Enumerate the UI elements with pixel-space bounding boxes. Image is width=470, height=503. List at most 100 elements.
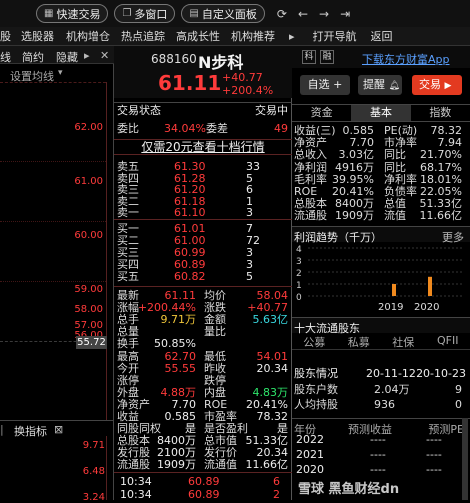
ask-row[interactable]: 卖一 61.10 3	[114, 207, 292, 219]
top-toolbar: ▦快速交易 ❐多窗口 ▤自定义面板 ⟳ ← → ⇥	[0, 0, 470, 27]
stat-row: 最高 62.70 最低 54.01	[114, 351, 292, 363]
custom-panel-button[interactable]: ▤自定义面板	[181, 4, 264, 23]
ask-label: 卖一	[117, 207, 139, 219]
tick-time: 10:34	[120, 489, 152, 501]
fundamental-row: 流通股 1909万 流值 11.66亿	[292, 210, 470, 222]
tick-time: 10:34	[120, 476, 152, 488]
chart-tab-more-icon[interactable]: ▸	[84, 49, 90, 62]
stock-name: N步科	[198, 49, 243, 73]
holder-tab[interactable]: 私募	[337, 334, 382, 349]
open-nav-button[interactable]: 打开导航	[313, 28, 357, 44]
forward-icon[interactable]: →	[319, 7, 329, 21]
tick-row: 10:34 60.89 2	[114, 489, 292, 501]
holder-tab[interactable]: 公募	[292, 334, 337, 349]
price-axis-label: 61.00	[74, 176, 103, 187]
holder-tab[interactable]: 社保	[381, 334, 426, 349]
forecast-row: 2022 ---- ----	[292, 434, 470, 446]
more-link[interactable]: 更多	[442, 229, 464, 245]
bell-icon: 🔔︎	[389, 81, 400, 91]
fundamental-value: 7.94	[438, 137, 463, 149]
chart-tab[interactable]: 简约	[22, 49, 44, 65]
chart-tab[interactable]: 隐藏	[56, 49, 78, 65]
stat-value: 1909万	[157, 459, 196, 471]
holder-col: 股东情况	[294, 368, 338, 380]
dropdown-icon[interactable]: ▾	[58, 68, 63, 78]
scrollbar[interactable]	[462, 418, 468, 500]
price-axis-label: 59.00	[74, 284, 103, 295]
bid-volume: 5	[246, 271, 253, 283]
fundamental-label: 总收入	[294, 149, 327, 161]
menu-item[interactable]: 热点追踪	[121, 28, 165, 44]
forecast-value: ----	[370, 449, 386, 461]
quick-trade-button[interactable]: ▦快速交易	[36, 4, 108, 23]
multi-window-button[interactable]: ❐多窗口	[114, 4, 175, 23]
stat-label: 最低	[204, 351, 226, 363]
fundamental-value: 51.33亿	[420, 198, 463, 210]
close-icon[interactable]: ✕	[100, 49, 109, 62]
price-axis-label: 58.00	[74, 304, 103, 315]
stat-label: 内盘	[204, 387, 226, 399]
fundamental-label: 市净率	[384, 137, 417, 149]
refresh-icon[interactable]: ⟳	[277, 7, 287, 21]
stat-value: 9.71万	[161, 314, 197, 326]
download-app-link[interactable]: 下载东方财富App	[362, 51, 450, 67]
fundamental-row: 毛利率 39.95% 净利率 18.01%	[292, 174, 470, 186]
tick-volume: 6	[273, 476, 280, 488]
forecast-value: ----	[370, 434, 386, 446]
stat-label: 流通股	[117, 459, 150, 471]
price-change-pct: +200.4%	[222, 84, 273, 97]
holder-tab[interactable]: QFII	[426, 334, 470, 349]
remind-button[interactable]: 提醒 🔔︎	[358, 75, 402, 95]
tab-fundamentals[interactable]: 基本	[351, 105, 410, 121]
price-change: +40.77	[222, 71, 263, 84]
trade-status-value: 交易中	[255, 105, 288, 117]
latest-price: 61.11	[158, 71, 221, 95]
volume-axis-label: 3.24	[83, 492, 105, 503]
tick-row: 10:34 60.89 6	[114, 476, 292, 488]
fundamental-value: 22.05%	[420, 186, 462, 198]
menu-item[interactable]: 高成长性	[176, 28, 220, 44]
stat-label: 换手	[117, 338, 139, 350]
forecast-value: ----	[370, 464, 386, 476]
collapse-icon[interactable]: ⇥	[340, 7, 350, 21]
fundamental-value: 78.32	[431, 125, 463, 137]
level10-link[interactable]: 仅需20元查看十档行情	[114, 139, 292, 155]
trade-button[interactable]: 交易 ▶	[412, 75, 462, 95]
close-icon[interactable]: ⊠	[54, 423, 63, 436]
menu-item[interactable]: 选股器	[21, 28, 54, 44]
menu-item[interactable]: 机构推荐	[231, 28, 275, 44]
add-watchlist-button[interactable]: 自选 +	[300, 75, 350, 95]
bid-label: 买五	[117, 271, 139, 283]
switch-indicator-button[interactable]: 换指标	[14, 423, 47, 439]
holder-value: 0	[455, 399, 462, 411]
tab-index[interactable]: 指数	[411, 105, 470, 121]
chart-pane[interactable]: 线 简约 隐藏 ▸ ✕ 设置均线 ▾ 62.00 61.00 60.00 59.…	[0, 46, 114, 500]
forecast-row: 2020 ---- ----	[292, 464, 470, 476]
menu-more-icon[interactable]: ▸	[289, 30, 295, 43]
stat-label: 昨收	[204, 363, 226, 375]
volume-axis-label: 9.71	[83, 440, 105, 451]
tab-fund-flow[interactable]: 资金	[292, 105, 351, 121]
stat-value: 4.88万	[161, 387, 197, 399]
info-panel: 科 融 下载东方财富App 自选 + 提醒 🔔︎ 交易 ▶ 资金 基本 指数 收…	[292, 46, 470, 500]
profit-trend-chart: 43210 20192020	[292, 244, 470, 314]
fundamental-value: 18.01%	[420, 174, 462, 186]
stat-label: 流通值	[204, 459, 237, 471]
menu-item[interactable]: 机构增仓	[66, 28, 110, 44]
back-button[interactable]: 返回	[371, 28, 393, 44]
price-axis-label: 62.00	[74, 122, 103, 133]
bid-row[interactable]: 买五 60.82 5	[114, 271, 292, 283]
back-icon[interactable]: ←	[298, 7, 308, 21]
menu-item[interactable]: 股	[0, 28, 11, 44]
stat-label: 涨停	[117, 375, 139, 387]
stat-row: 总手 9.71万 金额 5.63亿	[114, 314, 292, 326]
chart-tab[interactable]: 线	[0, 49, 11, 65]
y-tick-label: 3	[296, 257, 302, 267]
ask-volume: 3	[246, 207, 253, 219]
fundamental-label: 毛利率	[294, 174, 327, 186]
holder-label: 股东户数	[294, 384, 338, 396]
fundamental-value: 1909万	[335, 210, 374, 222]
fundamental-row: 净利润 4916万 同比 68.17%	[292, 162, 470, 174]
price-axis-label: 60.00	[74, 230, 103, 241]
stat-label: 今开	[117, 363, 139, 375]
